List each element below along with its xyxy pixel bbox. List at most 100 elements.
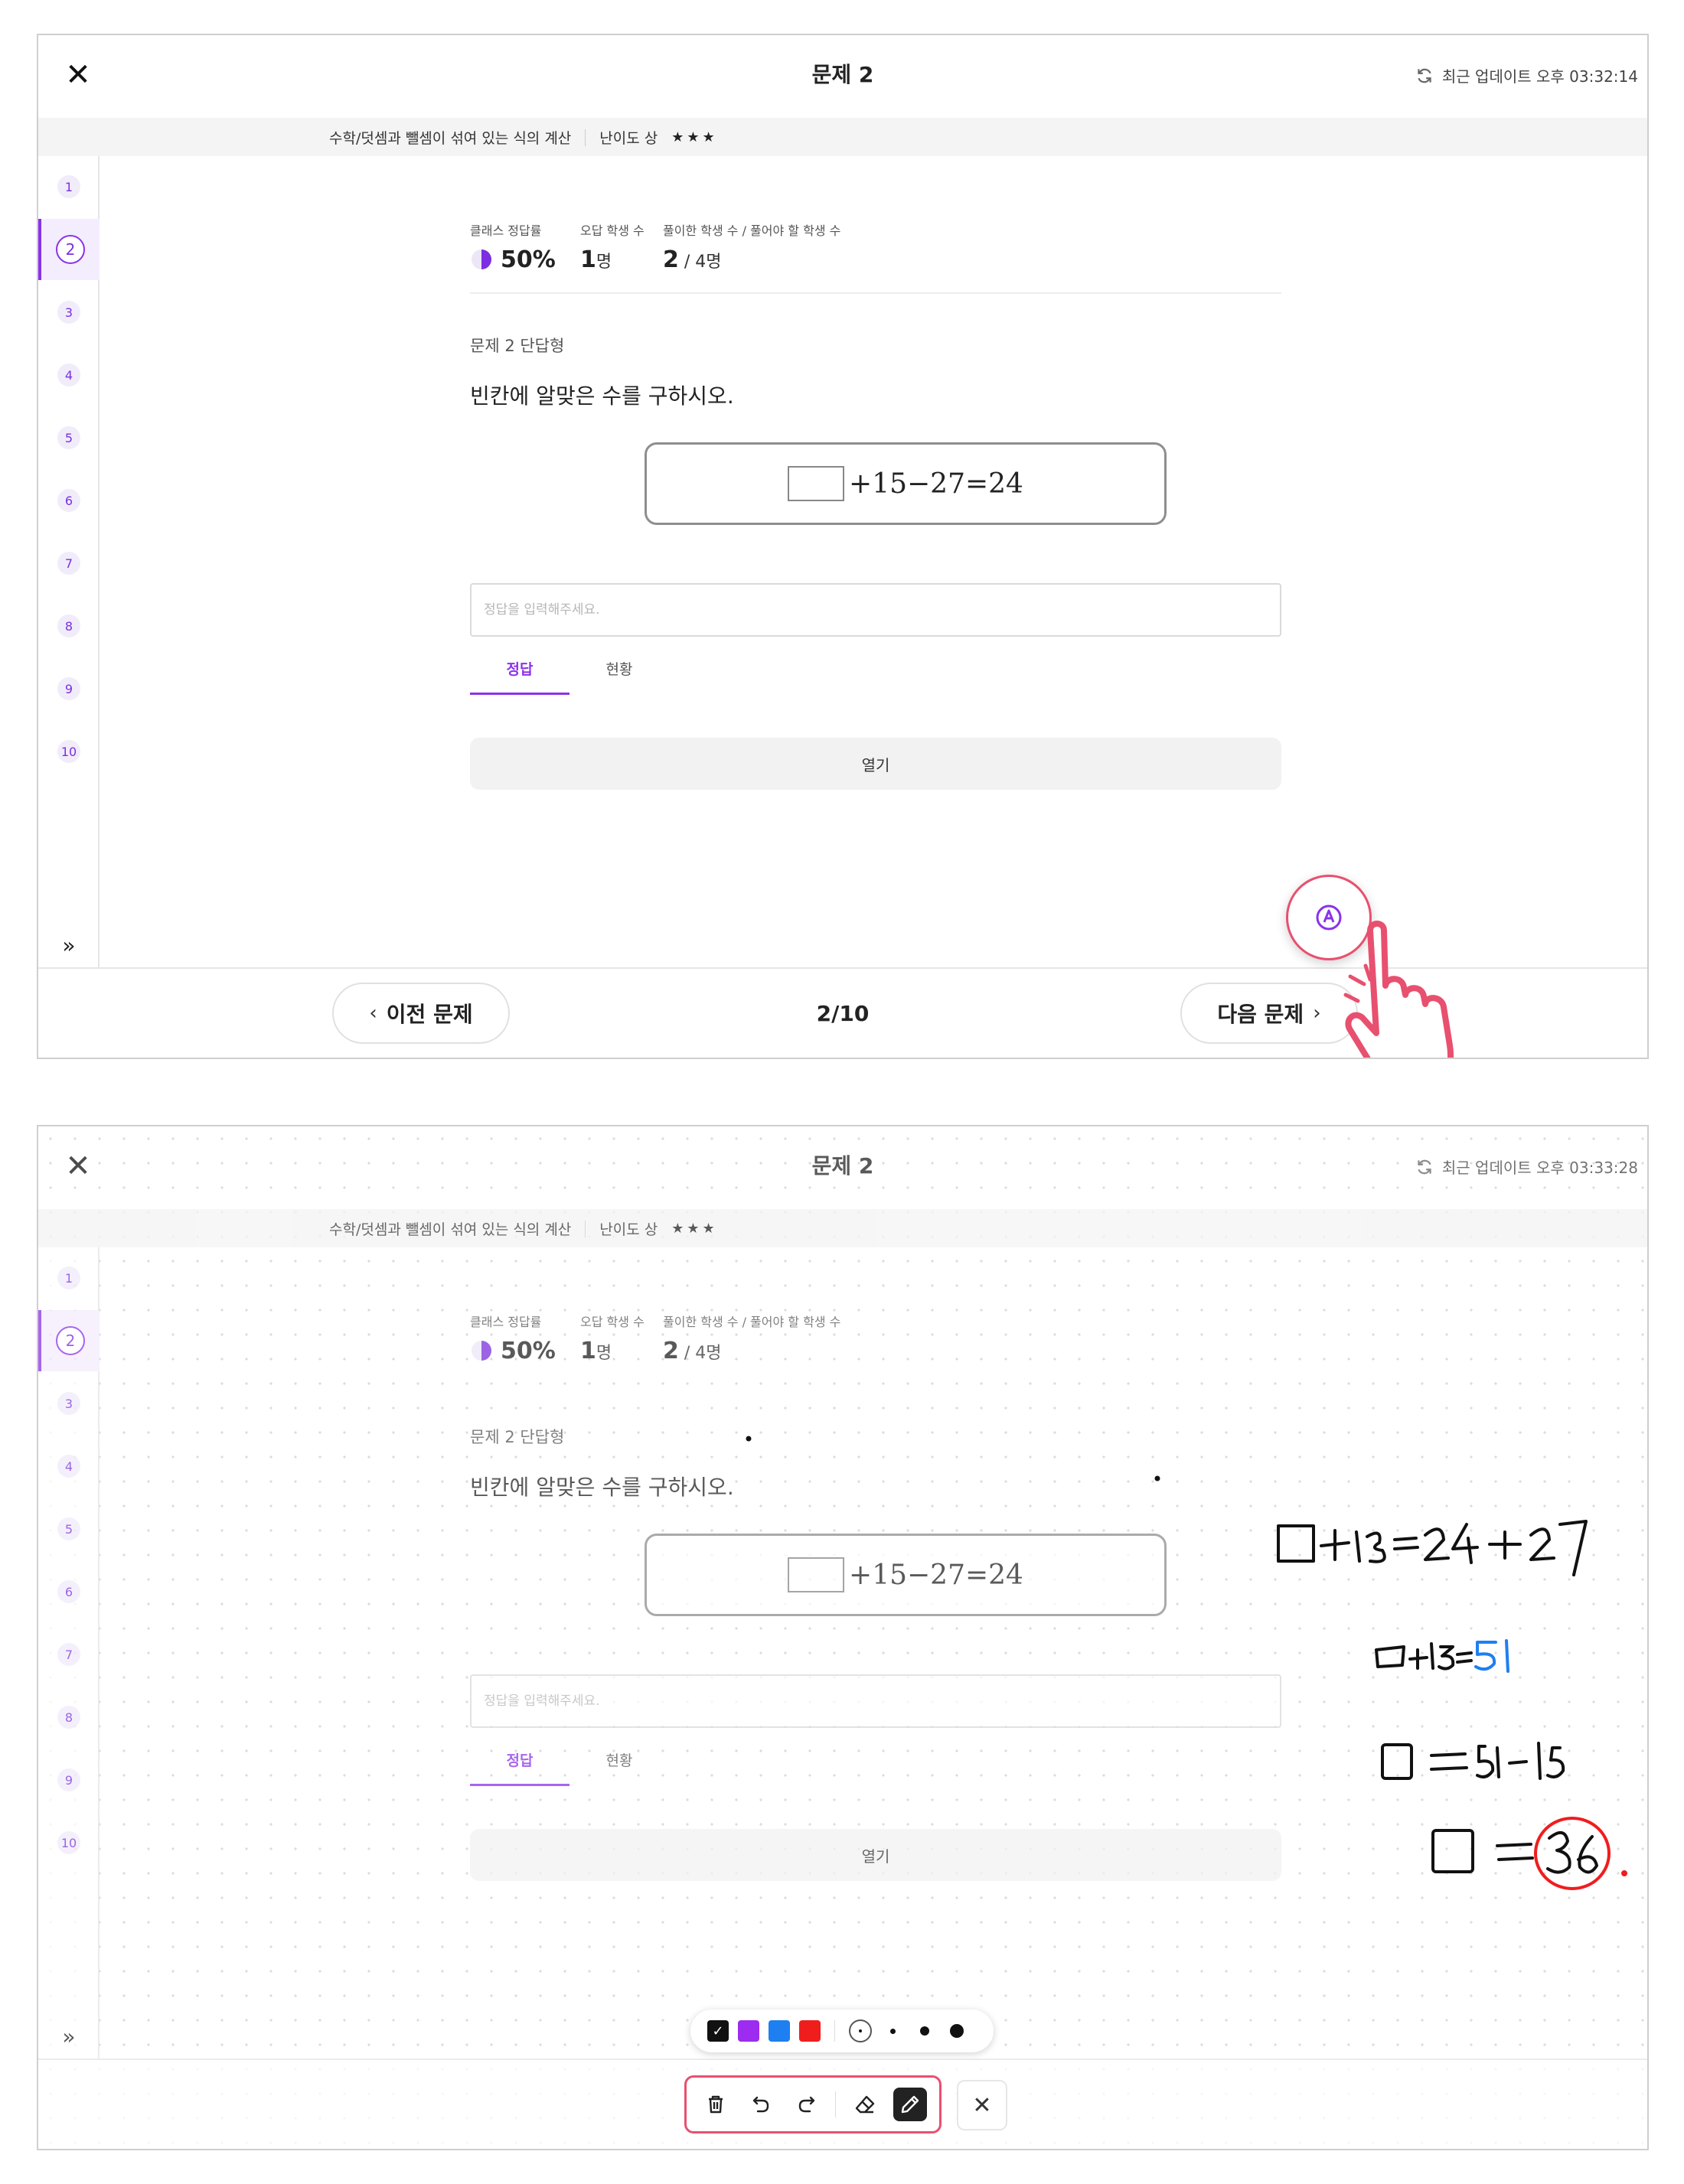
solved-count: 2 / 4명	[663, 1338, 722, 1364]
pen-size-small[interactable]	[881, 2019, 904, 2042]
trash-icon	[708, 2095, 723, 2114]
check-icon: ✓	[712, 2023, 724, 2039]
sidebar-item-9[interactable]: 9	[38, 1749, 100, 1811]
question-number: 10	[57, 1831, 80, 1854]
color-swatch-blue[interactable]	[769, 2020, 790, 2042]
close-drawing-button[interactable]: ✕	[957, 2080, 1007, 2130]
question-number: 7	[57, 1643, 80, 1666]
correct-rate-pie-icon	[472, 249, 491, 269]
last-updated: 최근 업데이트 오후 03:33:28	[1415, 1156, 1638, 1178]
sidebar-item-3[interactable]: 3	[38, 282, 100, 343]
page-title: 문제 2	[811, 62, 874, 87]
pen-button[interactable]	[893, 2088, 928, 2121]
equation-text: +15−27=24	[849, 468, 1023, 500]
sidebar-expand-button[interactable]: »	[38, 933, 100, 958]
sidebar-item-1[interactable]: 1	[38, 1247, 100, 1309]
sidebar-expand-button[interactable]: »	[38, 2024, 100, 2049]
sidebar-item-1[interactable]: 1	[38, 156, 100, 217]
eraser-button[interactable]	[848, 2088, 882, 2121]
sidebar-item-5[interactable]: 5	[38, 1498, 100, 1560]
question-number: 1	[57, 1266, 80, 1289]
divider	[470, 292, 1281, 294]
sidebar-item-4[interactable]: 4	[38, 344, 100, 406]
tab-status[interactable]: 현황	[569, 658, 669, 689]
sidebar-item-9[interactable]: 9	[38, 658, 100, 719]
tab-status[interactable]: 현황	[569, 1749, 669, 1780]
question-number: 1	[57, 175, 80, 198]
blank-box	[788, 466, 845, 501]
sidebar-item-8[interactable]: 8	[38, 1687, 100, 1748]
solved-count-number: 2	[663, 1338, 679, 1364]
sidebar-item-7[interactable]: 7	[38, 1624, 100, 1685]
last-updated-text: 최근 업데이트 오후 03:32:14	[1441, 67, 1638, 86]
sidebar-item-5[interactable]: 5	[38, 407, 100, 468]
equation-box: +15−27=24	[645, 1534, 1167, 1616]
open-answer-button[interactable]: 열기	[470, 1829, 1281, 1881]
question-number: 3	[57, 301, 80, 324]
stat-label-rate: 클래스 정답률	[470, 223, 542, 238]
pen-icon	[902, 2095, 919, 2114]
sidebar-item-10[interactable]: 10	[38, 1812, 100, 1873]
stat-label-solved: 풀이한 학생 수 / 풀어야 할 학생 수	[663, 1315, 841, 1329]
question-number: 3	[57, 1392, 80, 1415]
question-main: 클래스 정답률 오답 학생 수 풀이한 학생 수 / 풀어야 할 학생 수 50…	[100, 156, 1647, 967]
color-swatch-red[interactable]	[799, 2020, 821, 2042]
difficulty-stars: ★★★	[671, 129, 718, 145]
question-meta-bar: 수학/덧셈과 뺄셈이 섞여 있는 식의 계산 난이도 상 ★★★	[38, 118, 1647, 156]
question-number: 8	[57, 614, 80, 637]
divider	[834, 2020, 835, 2042]
tab-answer[interactable]: 정답	[470, 658, 569, 695]
clear-button[interactable]	[699, 2088, 733, 2121]
wrong-count-number: 1	[580, 246, 596, 273]
solved-count-total: / 4명	[678, 253, 722, 272]
last-updated: 최근 업데이트 오후 03:32:14	[1415, 64, 1638, 86]
sidebar-item-2[interactable]: 2	[38, 1310, 100, 1371]
question-number: 9	[57, 1768, 80, 1791]
refresh-icon[interactable]	[1415, 1157, 1434, 1177]
redo-button[interactable]	[790, 2088, 824, 2121]
refresh-icon[interactable]	[1415, 66, 1434, 86]
chevron-right-icon: ›	[1313, 1002, 1321, 1025]
pen-size-thin[interactable]	[849, 2019, 872, 2042]
next-question-button[interactable]: 다음 문제 ›	[1180, 983, 1358, 1044]
pen-size-medium[interactable]	[913, 2019, 936, 2042]
last-updated-text: 최근 업데이트 오후 03:33:28	[1441, 1159, 1638, 1177]
answer-input[interactable]	[470, 583, 1281, 637]
stat-label-wrong: 오답 학생 수	[580, 223, 645, 238]
breadcrumb: 수학/덧셈과 뺄셈이 섞여 있는 식의 계산	[329, 1221, 572, 1238]
answer-input[interactable]	[470, 1674, 1281, 1728]
question-number: 5	[57, 1517, 80, 1540]
difficulty-label: 난이도 상	[599, 1221, 658, 1238]
question-number: 2	[56, 1326, 85, 1355]
sidebar-item-4[interactable]: 4	[38, 1436, 100, 1497]
sidebar-item-6[interactable]: 6	[38, 1561, 100, 1622]
tab-answer[interactable]: 정답	[470, 1749, 569, 1786]
sidebar-item-10[interactable]: 10	[38, 721, 100, 782]
question-number: 2	[56, 235, 85, 264]
color-swatch-purple[interactable]	[738, 2020, 759, 2042]
sidebar-item-3[interactable]: 3	[38, 1373, 100, 1434]
sidebar-item-8[interactable]: 8	[38, 595, 100, 657]
eraser-icon	[855, 2095, 874, 2114]
footer-nav: ‹ 이전 문제 2/10 다음 문제 ›	[38, 967, 1647, 1058]
question-sidebar: 1 2 3 4 5 6 7 8 9 10 »	[38, 1247, 100, 2059]
difficulty-label: 난이도 상	[599, 130, 658, 147]
color-swatch-black[interactable]: ✓	[707, 2020, 729, 2042]
drawing-mode-button[interactable]	[1286, 875, 1372, 960]
sidebar-item-7[interactable]: 7	[38, 533, 100, 594]
stat-label-rate: 클래스 정답률	[470, 1315, 542, 1329]
pen-size-large[interactable]	[945, 2019, 968, 2042]
open-answer-button[interactable]: 열기	[470, 738, 1281, 790]
sidebar-item-2[interactable]: 2	[38, 219, 100, 280]
undo-icon	[753, 2096, 769, 2113]
stat-label-wrong: 오답 학생 수	[580, 1315, 645, 1329]
page-title: 문제 2	[811, 1153, 874, 1178]
classroom-question-screen-drawing: ✕ 문제 2 최근 업데이트 오후 03:33:28 수학/덧셈과 뺄셈이 섞여…	[37, 1125, 1649, 2150]
undo-button[interactable]	[744, 2088, 778, 2121]
question-number: 10	[57, 740, 80, 763]
divider	[835, 2091, 837, 2117]
correct-rate-value: 50%	[501, 246, 556, 273]
question-counter: 2/10	[816, 1001, 870, 1026]
sidebar-item-6[interactable]: 6	[38, 470, 100, 531]
next-question-label: 다음 문제	[1217, 1002, 1304, 1027]
